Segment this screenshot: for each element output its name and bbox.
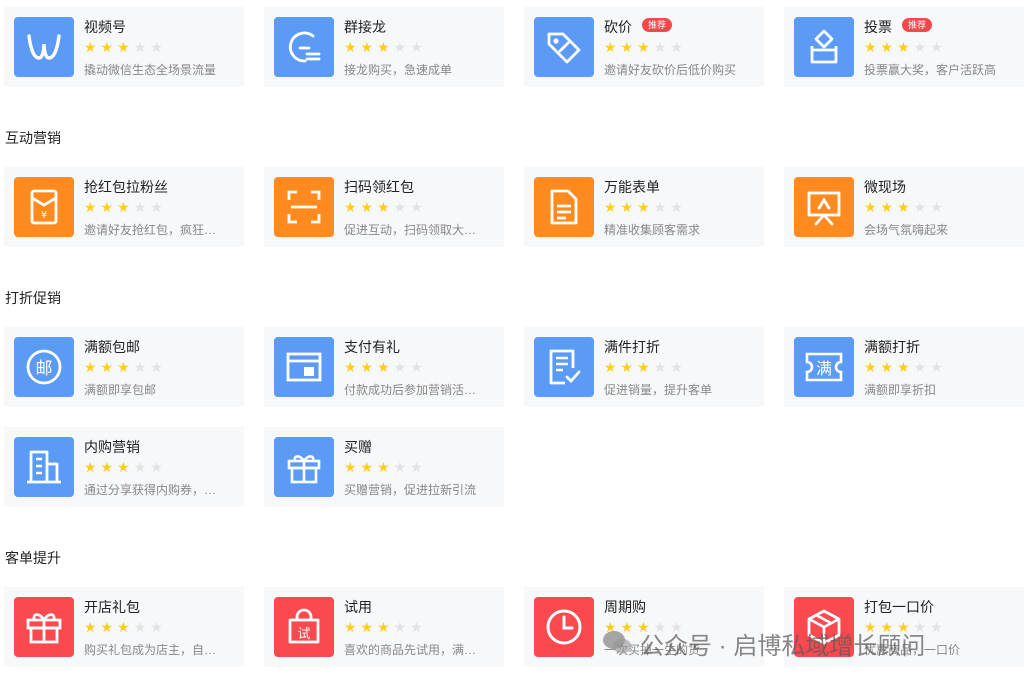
rating-stars: ★★★★★	[84, 619, 167, 635]
rating-stars: ★★★★★	[344, 459, 427, 475]
card-name: 买赠	[344, 439, 372, 455]
recommend-badge: 推荐	[642, 18, 673, 32]
postal-icon: 邮	[14, 337, 74, 397]
card-desc: 买赠营销，促进拉新引流	[344, 483, 477, 497]
card-name: 试用	[344, 599, 372, 615]
card-desc: 撬动微信生态全场景流量	[84, 63, 217, 77]
card-name: 满件打折	[604, 339, 660, 355]
card-vote[interactable]: 投票 推荐 ★★★★★ 投票赢大奖，客户活跃高	[784, 7, 1024, 87]
rating-stars: ★★★★★	[84, 199, 167, 215]
rating-stars: ★★★★★	[864, 199, 947, 215]
card-name: 抢红包拉粉丝	[84, 179, 168, 195]
card-desc: 满额即享折扣	[864, 383, 937, 397]
card-free-shipping[interactable]: 邮 满额包邮 ★★★★★ 满额即享包邮	[4, 327, 244, 407]
card-name: 扫码领红包	[344, 179, 414, 195]
watermark-text: 公众号 · 启博私域增长顾问	[640, 633, 926, 660]
rating-stars: ★★★★★	[864, 359, 947, 375]
card-video-channel[interactable]: 视频号 ★★★★★ 撬动微信生态全场景流量	[4, 7, 244, 87]
card-desc: 精准收集顾客需求	[604, 223, 701, 237]
rating-stars: ★★★★★	[604, 199, 687, 215]
card-group-relay[interactable]: 群接龙 ★★★★★ 接龙购买，急速成单	[264, 7, 504, 87]
card-trial[interactable]: 试 试用 ★★★★★ 喜欢的商品先试用，满…	[264, 587, 504, 667]
card-desc: 邀请好友砍价后低价购买	[604, 63, 737, 77]
card-amount-discount[interactable]: 满 满额打折 ★★★★★ 满额即享折扣	[784, 327, 1024, 407]
card-name: 万能表单	[604, 179, 660, 195]
card-name: 打包一口价	[864, 599, 934, 615]
presentation-board-icon	[794, 177, 854, 237]
card-payment-gift[interactable]: 支付有礼 ★★★★★ 付款成功后参加营销活…	[264, 327, 504, 407]
price-tag-icon	[534, 17, 594, 77]
red-envelope-icon: ¥	[14, 177, 74, 237]
rating-stars: ★★★★★	[84, 459, 167, 475]
card-scan-red-envelope[interactable]: 扫码领红包 ★★★★★ 促进互动，扫码领取大…	[264, 167, 504, 247]
svg-text:试: 试	[297, 627, 310, 642]
video-channel-icon	[14, 17, 74, 77]
svg-text:满: 满	[816, 359, 832, 378]
svg-text:邮: 邮	[36, 359, 53, 379]
card-desc: 购买礼包成为店主，自…	[84, 643, 217, 657]
card-name: 微现场	[864, 179, 906, 195]
rating-stars: ★★★★★	[344, 619, 427, 635]
gift-box-icon	[274, 437, 334, 497]
card-desc: 满额即享包邮	[84, 383, 157, 397]
card-bargain[interactable]: 砍价 推荐 ★★★★★ 邀请好友砍价后低价购买	[524, 7, 764, 87]
card-name: 投票	[864, 19, 892, 35]
card-buy-gift[interactable]: 买赠 ★★★★★ 买赠营销，促进拉新引流	[264, 427, 504, 507]
card-name: 开店礼包	[84, 599, 140, 615]
card-desc: 促进销量，提升客单	[604, 383, 713, 397]
card-desc: 促进互动，扫码领取大…	[344, 223, 477, 237]
card-desc: 邀请好友抢红包，疯狂…	[84, 223, 217, 237]
card-live-event[interactable]: 微现场 ★★★★★ 会场气氛嗨起来	[784, 167, 1024, 247]
rating-stars: ★★★★★	[604, 39, 687, 55]
card-name: 视频号	[84, 19, 126, 35]
wechat-logo-icon	[603, 631, 631, 654]
gift-icon	[14, 597, 74, 657]
full-discount-ticket-icon: 满	[794, 337, 854, 397]
rating-stars: ★★★★★	[344, 359, 427, 375]
payment-gift-icon	[274, 337, 334, 397]
rating-stars: ★★★★★	[344, 199, 427, 215]
card-red-envelope[interactable]: ¥ 抢红包拉粉丝 ★★★★★ 邀请好友抢红包，疯狂…	[4, 167, 244, 247]
scan-code-icon	[274, 177, 334, 237]
card-quantity-discount[interactable]: 满件打折 ★★★★★ 促进销量，提升客单	[524, 327, 764, 407]
trial-bag-icon: 试	[274, 597, 334, 657]
card-desc: 付款成功后参加营销活…	[344, 383, 477, 397]
card-store-gift-pack[interactable]: 开店礼包 ★★★★★ 购买礼包成为店主，自…	[4, 587, 244, 667]
card-name: 满额包邮	[84, 339, 140, 355]
section-title-interactive-marketing: 互动营销	[5, 130, 61, 146]
card-name: 周期购	[604, 599, 646, 615]
rating-stars: ★★★★★	[604, 359, 687, 375]
section-title-discount-promotion: 打折促销	[5, 290, 61, 306]
card-desc: 喜欢的商品先试用，满…	[344, 643, 477, 657]
card-name: 砍价	[604, 19, 632, 35]
group-relay-icon	[274, 17, 334, 77]
card-name: 满额打折	[864, 339, 920, 355]
card-internal-purchase[interactable]: 内购营销 ★★★★★ 通过分享获得内购券，…	[4, 427, 244, 507]
card-universal-form[interactable]: 万能表单 ★★★★★ 精准收集顾客需求	[524, 167, 764, 247]
checklist-icon	[534, 337, 594, 397]
form-document-icon	[534, 177, 594, 237]
rating-stars: ★★★★★	[864, 39, 947, 55]
card-name: 支付有礼	[344, 339, 400, 355]
clock-icon	[534, 597, 594, 657]
recommend-badge: 推荐	[902, 18, 933, 32]
building-icon	[14, 437, 74, 497]
card-desc: 投票赢大奖，客户活跃高	[864, 63, 997, 77]
svg-text:¥: ¥	[41, 210, 47, 221]
rating-stars: ★★★★★	[344, 39, 427, 55]
card-name: 内购营销	[84, 439, 140, 455]
card-name: 群接龙	[344, 19, 386, 35]
rating-stars: ★★★★★	[84, 359, 167, 375]
section-title-order-boost: 客单提升	[5, 550, 61, 566]
card-desc: 接龙购买，急速成单	[344, 63, 453, 77]
card-desc: 会场气氛嗨起来	[864, 223, 949, 237]
card-desc: 通过分享获得内购券，…	[84, 483, 217, 497]
rating-stars: ★★★★★	[84, 39, 167, 55]
ballot-box-icon	[794, 17, 854, 77]
